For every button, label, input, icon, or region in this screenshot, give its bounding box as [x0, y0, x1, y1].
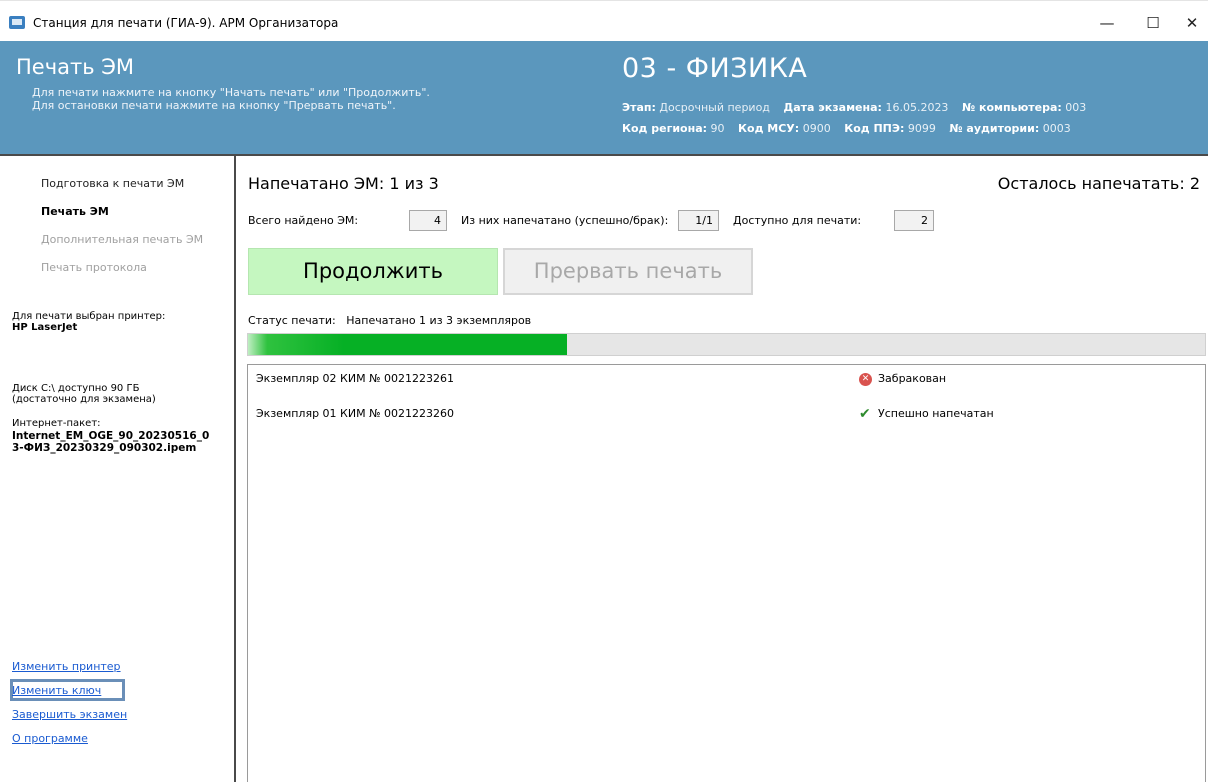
- reject-icon: ✕: [859, 373, 872, 386]
- total-found-value: 4: [409, 210, 447, 231]
- ppe-label: Код ППЭ:: [844, 122, 905, 135]
- exam-subject: 03 - ФИЗИКА: [622, 53, 808, 84]
- exam-meta-line1: Этап: Досрочный период Дата экзамена: 16…: [622, 101, 1086, 114]
- room-label: № аудитории:: [949, 122, 1040, 135]
- continue-button[interactable]: Продолжить: [248, 248, 498, 295]
- sidebar-divider: [234, 156, 236, 782]
- package-name-line1: Internet_EM_OGE_90_20230516_0: [12, 430, 210, 442]
- stage-value: Досрочный период: [659, 101, 770, 114]
- header-hint-stop: Для остановки печати нажмите на кнопку "…: [32, 99, 396, 112]
- printed-copies-list: Экземпляр 02 КИМ № 0021223261 ✕ Забраков…: [247, 364, 1206, 782]
- print-status-label: Статус печати:: [248, 314, 336, 327]
- exam-date-label: Дата экзамена:: [783, 101, 882, 114]
- close-button[interactable]: ✕: [1176, 9, 1208, 37]
- header-banner: Печать ЭМ Для печати нажмите на кнопку "…: [0, 41, 1208, 154]
- window-titlebar: Станция для печати (ГИА-9). АРМ Организа…: [0, 0, 1208, 41]
- copy-name: Экземпляр 02 КИМ № 0021223261: [256, 372, 454, 385]
- sidebar-item-additional-print[interactable]: Дополнительная печать ЭМ: [41, 233, 203, 246]
- print-status: Статус печати: Напечатано 1 из 3 экземпл…: [248, 314, 531, 327]
- available-label: Доступно для печати:: [733, 214, 862, 227]
- available-value: 2: [894, 210, 934, 231]
- header-divider: [0, 154, 1208, 156]
- stage-label: Этап:: [622, 101, 656, 114]
- printed-stat-label: Из них напечатано (успешно/брак):: [461, 214, 669, 227]
- list-item[interactable]: Экземпляр 01 КИМ № 0021223260 ✔ Успешно …: [256, 407, 1196, 425]
- disk-sufficient: (достаточно для экзамена): [12, 394, 156, 405]
- msu-value: 0900: [802, 122, 831, 135]
- copy-status: Забракован: [878, 372, 947, 385]
- package-label: Интернет-пакет:: [12, 418, 101, 429]
- page-title: Печать ЭМ: [16, 55, 135, 79]
- app-icon: [9, 16, 25, 29]
- copy-name: Экземпляр 01 КИМ № 0021223260: [256, 407, 454, 420]
- printed-counter: Напечатано ЭМ: 1 из 3: [248, 174, 439, 193]
- region-value: 90: [710, 122, 725, 135]
- total-found-label: Всего найдено ЭМ:: [248, 214, 359, 227]
- computer-value: 003: [1065, 101, 1087, 114]
- region-label: Код региона:: [622, 122, 708, 135]
- list-item[interactable]: Экземпляр 02 КИМ № 0021223261 ✕ Забраков…: [256, 372, 1196, 390]
- exam-date-value: 16.05.2023: [885, 101, 949, 114]
- print-progress-bar: [247, 333, 1206, 356]
- exam-meta-line2: Код региона: 90 Код МСУ: 0900 Код ППЭ: 9…: [622, 122, 1071, 135]
- maximize-button[interactable]: ☐: [1130, 9, 1176, 37]
- msu-label: Код МСУ:: [738, 122, 800, 135]
- sidebar-item-prepare[interactable]: Подготовка к печати ЭМ: [41, 177, 184, 190]
- change-key-link[interactable]: Изменить ключ: [12, 684, 101, 697]
- ppe-value: 9099: [907, 122, 936, 135]
- room-value: 0003: [1042, 122, 1071, 135]
- computer-label: № компьютера:: [961, 101, 1062, 114]
- sidebar-item-print-protocol[interactable]: Печать протокола: [41, 261, 147, 274]
- change-printer-link[interactable]: Изменить принтер: [12, 660, 121, 673]
- package-name-line2: 3-ФИЗ_20230329_090302.ipem: [12, 442, 197, 454]
- finish-exam-link[interactable]: Завершить экзамен: [12, 708, 127, 721]
- checkmark-icon: ✔: [859, 406, 871, 422]
- printer-name: HP LaserJet: [12, 322, 78, 333]
- copy-status: Успешно напечатан: [878, 407, 994, 420]
- remaining-counter: Осталось напечатать: 2: [997, 174, 1200, 193]
- printed-stat-value: 1/1: [678, 210, 719, 231]
- sidebar-item-print[interactable]: Печать ЭМ: [41, 205, 109, 218]
- header-hint-start: Для печати нажмите на кнопку "Начать печ…: [32, 86, 430, 99]
- window-title: Станция для печати (ГИА-9). АРМ Организа…: [33, 16, 339, 30]
- minimize-button[interactable]: —: [1084, 9, 1130, 37]
- print-progress-fill: [248, 334, 567, 355]
- about-link[interactable]: О программе: [12, 732, 88, 745]
- print-status-value: Напечатано 1 из 3 экземпляров: [346, 314, 532, 327]
- stop-print-button[interactable]: Прервать печать: [503, 248, 753, 295]
